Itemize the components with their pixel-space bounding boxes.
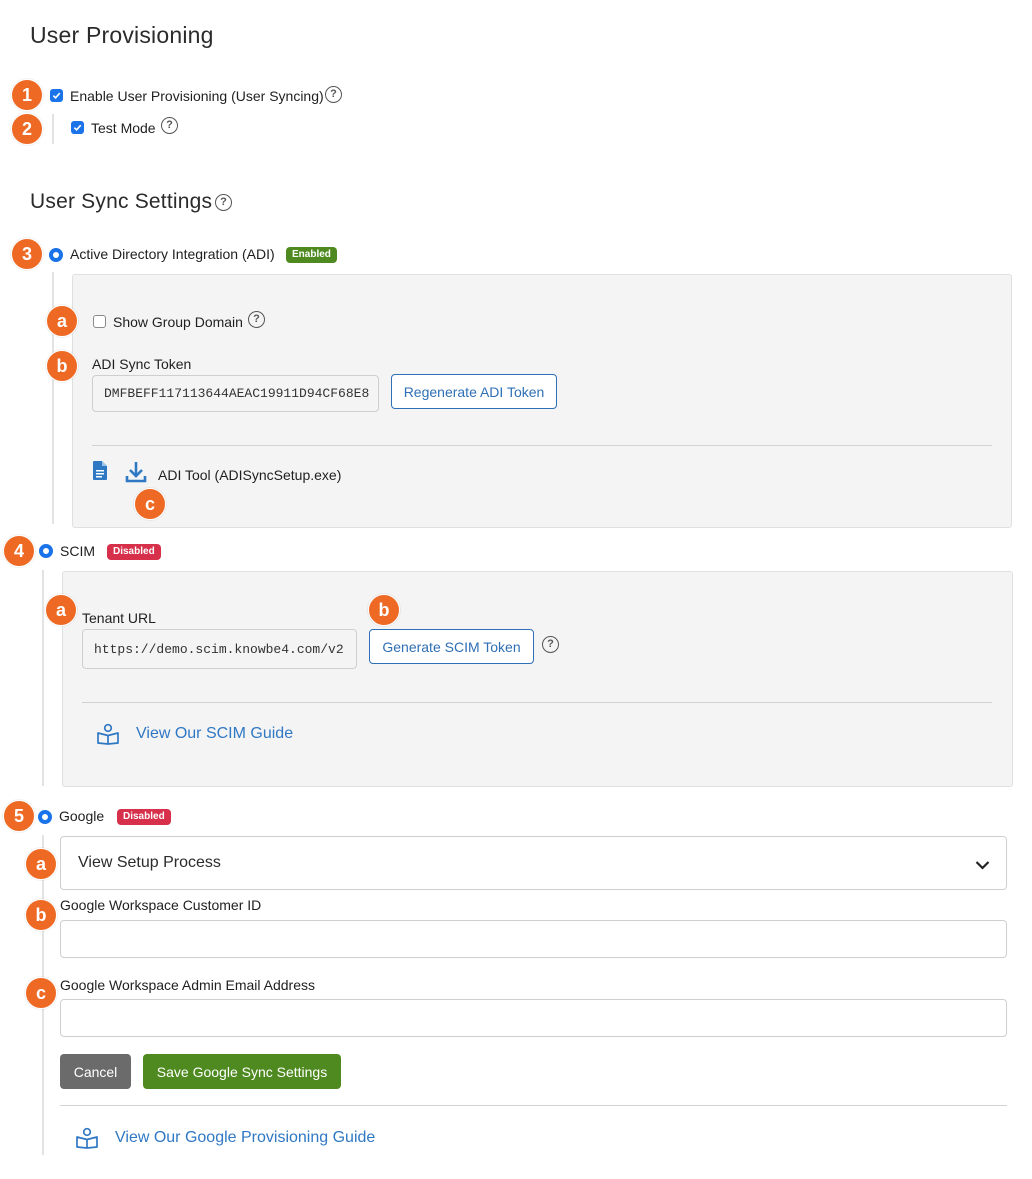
google-divider [60,1105,1007,1106]
customer-id-label: Google Workspace Customer ID [60,897,262,913]
adi-tool-label: ADI Tool (ADISyncSetup.exe) [158,467,342,483]
google-guide-link[interactable]: View Our Google Provisioning Guide [115,1129,375,1147]
step-marker-scim-a: a [45,594,77,626]
scim-divider [82,702,992,703]
google-status-badge: Disabled [117,809,171,825]
page-title: User Provisioning [30,22,214,48]
adi-token-field[interactable]: DMFBEFF117113644AEAC19911D94CF68E8 [92,375,379,412]
step-marker-adi-a: a [46,305,78,337]
customer-id-input[interactable] [60,920,1007,958]
tenant-url-field[interactable]: https://demo.scim.knowbe4.com/v2 [82,629,357,669]
book-icon [96,723,120,750]
google-label: Google [59,808,105,824]
step-marker-scim-b: b [368,594,400,626]
document-icon[interactable] [93,461,107,485]
scim-panel [62,571,1013,787]
scim-label: SCIM [60,543,95,559]
scim-token-help-icon[interactable]: ? [542,636,559,653]
step-marker-1: 1 [11,79,43,111]
download-icon[interactable] [125,461,147,488]
cancel-button[interactable]: Cancel [60,1054,131,1089]
admin-email-label: Google Workspace Admin Email Address [60,977,315,993]
indent-line [52,114,54,144]
enable-provisioning-label: Enable User Provisioning (User Syncing) [70,88,324,104]
adi-token-label: ADI Sync Token [92,356,192,372]
chevron-down-icon [975,857,990,875]
show-group-domain-checkbox[interactable] [93,315,106,328]
admin-email-input[interactable] [60,999,1007,1037]
sync-settings-title: User Sync Settings [30,190,213,213]
adi-divider [92,445,992,446]
setup-process-dropdown[interactable]: View Setup Process [60,836,1007,890]
step-marker-2: 2 [11,113,43,145]
setup-process-label: View Setup Process [78,854,221,871]
regenerate-adi-token-button[interactable]: Regenerate ADI Token [391,374,557,409]
save-google-sync-settings-button[interactable]: Save Google Sync Settings [143,1054,341,1089]
generate-scim-token-button[interactable]: Generate SCIM Token [369,629,534,664]
step-marker-google-c: c [25,977,57,1009]
scim-indent-line [42,570,44,786]
enable-provisioning-help-icon[interactable]: ? [325,86,342,103]
adi-status-badge: Enabled [286,247,337,263]
step-marker-4: 4 [3,535,35,567]
step-marker-3: 3 [11,238,43,270]
sync-settings-help-icon[interactable]: ? [215,194,232,211]
book-icon [75,1127,99,1154]
google-radio[interactable] [38,810,52,824]
show-group-domain-label: Show Group Domain [113,314,243,330]
test-mode-label: Test Mode [91,120,156,136]
scim-guide-link[interactable]: View Our SCIM Guide [136,725,293,743]
scim-radio[interactable] [39,544,53,558]
tenant-url-label: Tenant URL [82,610,156,626]
show-group-domain-help-icon[interactable]: ? [248,311,265,328]
test-mode-checkbox[interactable] [71,121,84,134]
step-marker-5: 5 [3,800,35,832]
adi-radio[interactable] [49,248,63,262]
scim-status-badge: Disabled [107,544,161,560]
enable-provisioning-checkbox[interactable] [50,89,63,102]
step-marker-adi-c: c [134,488,166,520]
test-mode-help-icon[interactable]: ? [161,117,178,134]
step-marker-adi-b: b [46,350,78,382]
adi-label: Active Directory Integration (ADI) [70,246,275,262]
step-marker-google-b: b [25,899,57,931]
step-marker-google-a: a [25,848,57,880]
